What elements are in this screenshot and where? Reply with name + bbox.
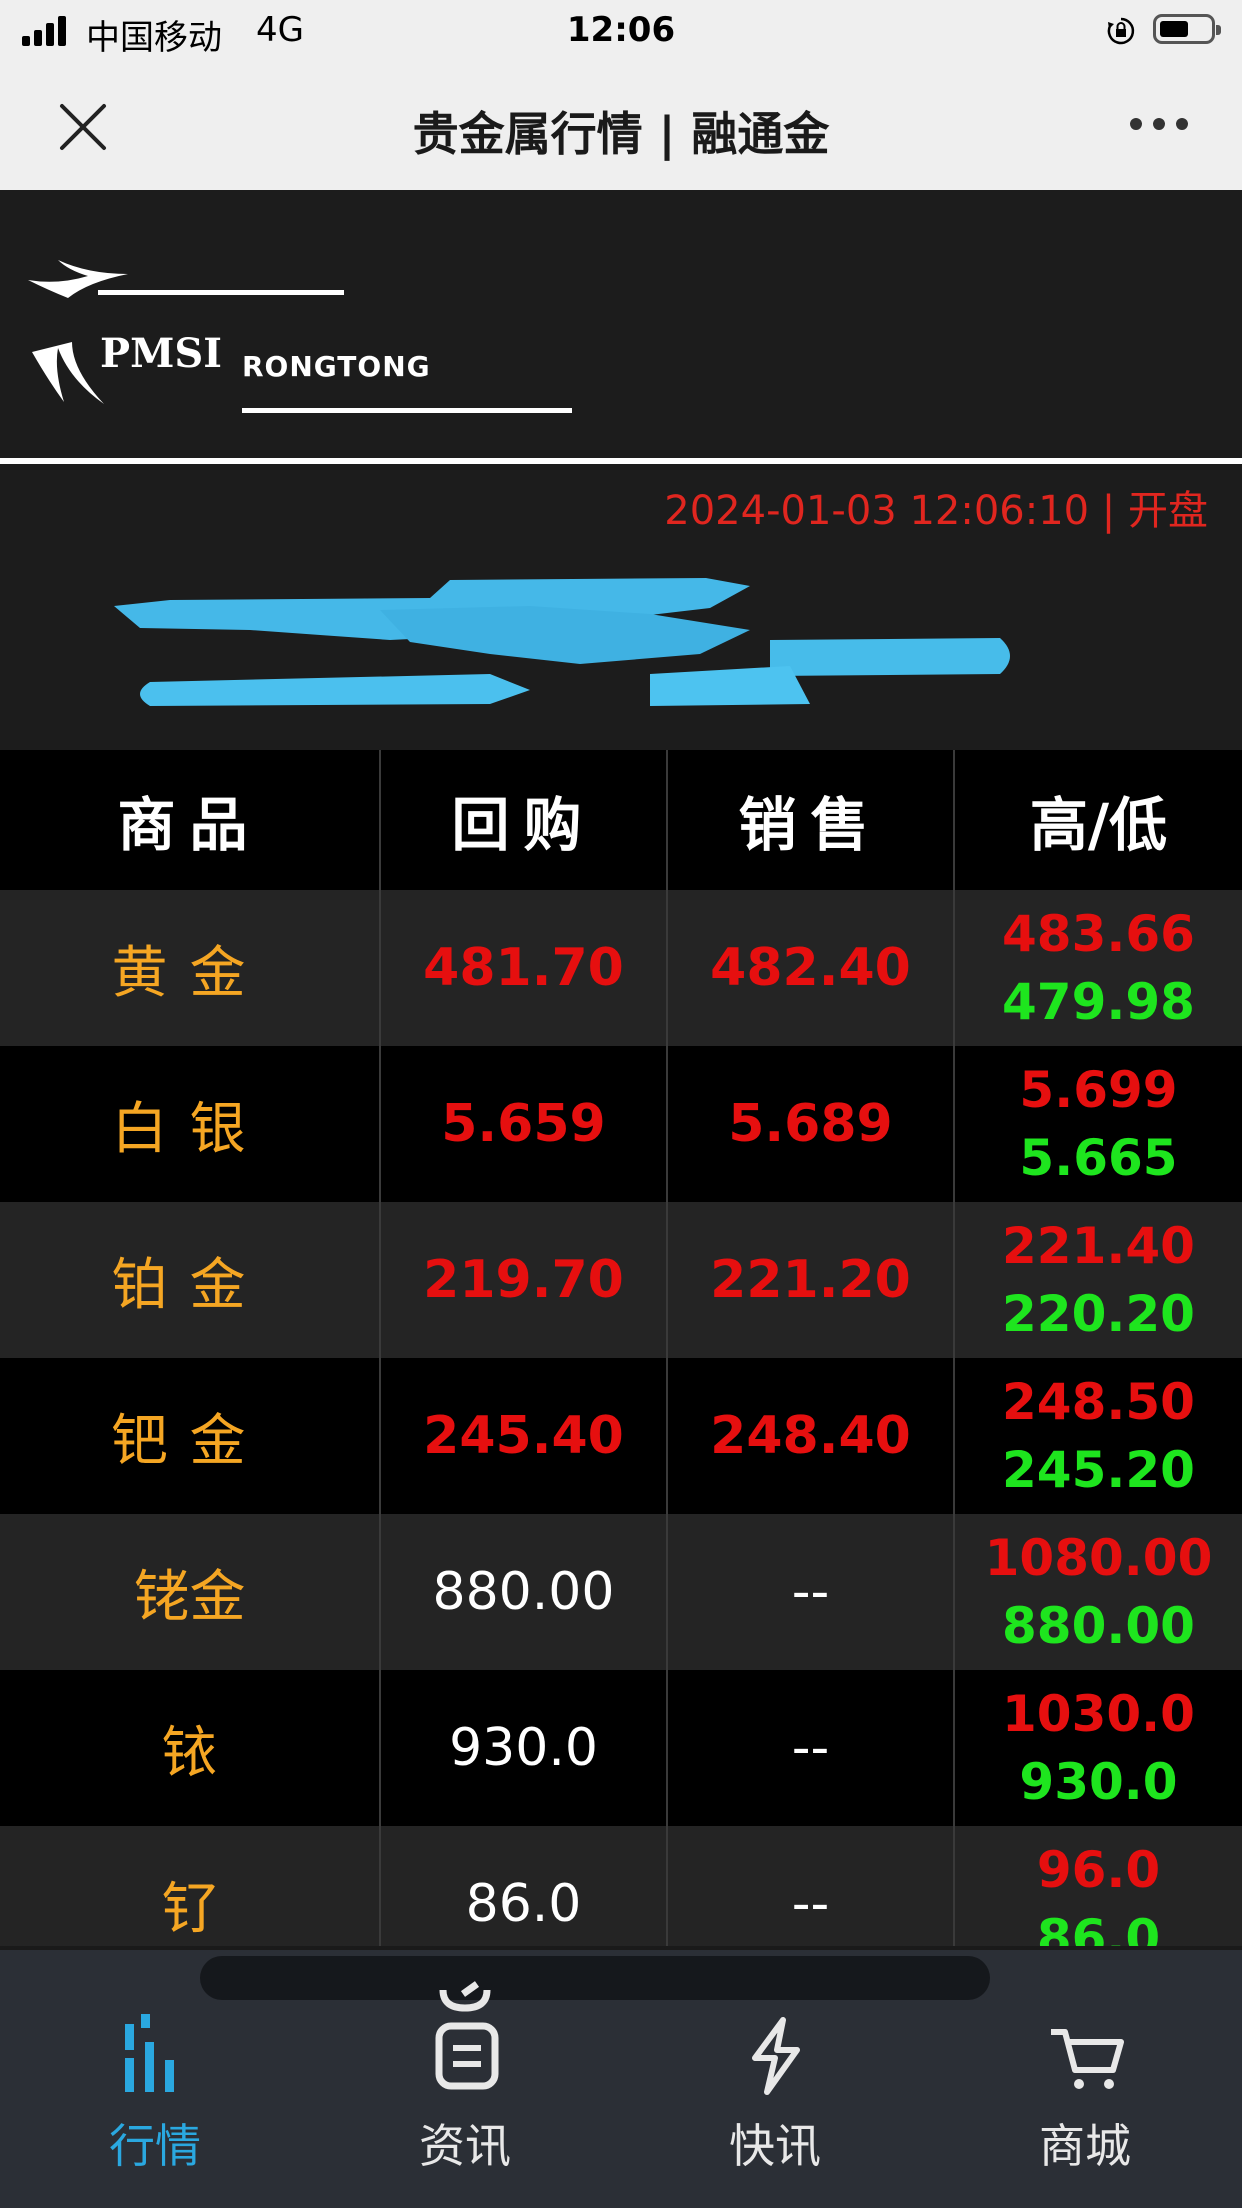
tab-flash[interactable]: 快讯 [620, 1950, 930, 2208]
nav-bar: 贵金属行情 | 融通金 [0, 62, 1242, 190]
low-price: 479.98 [1002, 973, 1195, 1031]
tab-label: 资讯 [419, 2119, 511, 2173]
tab-market[interactable]: 行情 [0, 1950, 310, 2208]
product-name: 铂金 [0, 1202, 381, 1358]
high-low-cell: 1080.00 880.00 [955, 1514, 1242, 1670]
high-low-cell: 248.50 245.20 [955, 1358, 1242, 1514]
sell-price: -- [668, 1826, 955, 1946]
status-bar: 中国移动 4G 12:06 [0, 0, 1242, 62]
high-price: 5.699 [1019, 1061, 1178, 1119]
low-price: 220.20 [1002, 1285, 1195, 1343]
low-price: 5.665 [1019, 1129, 1178, 1187]
header-product: 商品 [0, 750, 381, 890]
product-name: 铑金 [0, 1514, 381, 1670]
high-low-cell: 96.0 86.0 [955, 1826, 1242, 1946]
table-row[interactable]: 钌 86.0 -- 96.0 86.0 [0, 1826, 1242, 1946]
sell-price: 221.20 [668, 1202, 955, 1358]
table-row[interactable]: 白银 5.659 5.689 5.699 5.665 [0, 1046, 1242, 1202]
low-price: 930.0 [1019, 1753, 1178, 1811]
buyback-price: 5.659 [381, 1046, 668, 1202]
table-row[interactable]: 铑金 880.00 -- 1080.00 880.00 [0, 1514, 1242, 1670]
brand-logo-text: PMSI [100, 330, 222, 377]
lightning-icon [752, 2017, 800, 2095]
sell-price: 482.40 [668, 890, 955, 1046]
more-icon[interactable] [1130, 118, 1188, 132]
high-price: 1030.0 [1002, 1685, 1195, 1743]
product-name: 钌 [0, 1826, 381, 1946]
market-banner [114, 578, 1010, 706]
high-low-cell: 221.40 220.20 [955, 1202, 1242, 1358]
table-row[interactable]: 铂金 219.70 221.20 221.40 220.20 [0, 1202, 1242, 1358]
low-price: 880.00 [1002, 1597, 1195, 1655]
cart-icon [1051, 2029, 1124, 2089]
high-price: 221.40 [1002, 1217, 1195, 1275]
tab-mall[interactable]: 商城 [930, 1950, 1240, 2208]
product-name: 铱 [0, 1670, 381, 1826]
high-price: 483.66 [1002, 905, 1195, 963]
quote-timestamp: 2024-01-03 12:06:10 | 开盘 [664, 488, 1208, 534]
high-price: 96.0 [1036, 1841, 1161, 1899]
sell-price: 248.40 [668, 1358, 955, 1514]
sell-price: 5.689 [668, 1046, 955, 1202]
high-low-cell: 1030.0 930.0 [955, 1670, 1242, 1826]
product-name: 白银 [0, 1046, 381, 1202]
table-header: 商品 回购 销售 高/低 [0, 750, 1242, 890]
bar-chart-icon [125, 2014, 174, 2092]
tab-label: 商城 [1039, 2119, 1131, 2173]
sell-price: -- [668, 1670, 955, 1826]
rotation-lock-icon [1107, 17, 1135, 45]
tab-label: 行情 [109, 2119, 201, 2173]
clock: 12:06 [566, 10, 676, 50]
document-icon [435, 2022, 499, 2090]
price-table: 商品 回购 销售 高/低 黄金 481.70 482.40 483.66 479… [0, 750, 1242, 1946]
table-row[interactable]: 黄金 481.70 482.40 483.66 479.98 [0, 890, 1242, 1046]
sell-price: -- [668, 1514, 955, 1670]
low-price: 245.20 [1002, 1441, 1195, 1499]
high-price: 248.50 [1002, 1373, 1195, 1431]
low-price: 86.0 [1036, 1909, 1161, 1946]
table-row[interactable]: 钯金 245.40 248.40 248.50 245.20 [0, 1358, 1242, 1514]
page-title: 贵金属行情 | 融通金 [412, 107, 830, 161]
battery-icon [1153, 14, 1221, 44]
high-low-cell: 5.699 5.665 [955, 1046, 1242, 1202]
brand-subtitle: RONGTONG [242, 350, 431, 383]
quote-header: 2024-01-03 12:06:10 | 开盘 [0, 464, 1242, 750]
brand-header: PMSI RONGTONG [0, 190, 1242, 464]
high-low-cell: 483.66 479.98 [955, 890, 1242, 1046]
product-name: 钯金 [0, 1358, 381, 1514]
buyback-price: 930.0 [381, 1670, 668, 1826]
table-row[interactable]: 铱 930.0 -- 1030.0 930.0 [0, 1670, 1242, 1826]
high-price: 1080.00 [984, 1529, 1213, 1587]
header-sell: 销售 [668, 750, 955, 890]
header-buyback: 回购 [381, 750, 668, 890]
bottom-tab-bar: 行情 资讯 快讯 商城 [0, 1950, 1242, 2208]
header-high-low: 高/低 [1029, 791, 1168, 859]
buyback-price: 481.70 [381, 890, 668, 1046]
tab-news[interactable]: 资讯 [310, 1950, 620, 2208]
buyback-price: 880.00 [381, 1514, 668, 1670]
product-name: 黄金 [0, 890, 381, 1046]
buyback-price: 219.70 [381, 1202, 668, 1358]
tab-label: 快讯 [729, 2119, 821, 2173]
buyback-price: 245.40 [381, 1358, 668, 1514]
